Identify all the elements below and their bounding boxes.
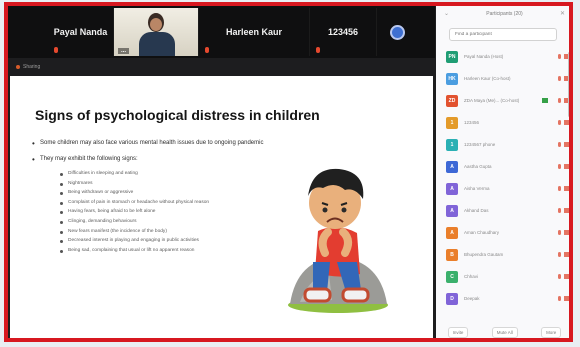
participant-row[interactable]: A Aastha Gupta <box>446 156 569 178</box>
participant-avatar: A <box>446 227 458 239</box>
participant-list: PN Payal Nanda (Host) HK Harleen Kaur (Co-h… <box>446 46 569 308</box>
participant-name: Akhand Das <box>464 208 489 213</box>
panel-title: Participants (20) <box>486 11 523 17</box>
share-indicator: Sharing <box>8 61 443 73</box>
participant-avatar: HK <box>446 73 458 85</box>
video-off-icon[interactable] <box>564 230 569 235</box>
participant-video-tile[interactable]: ... <box>114 8 199 56</box>
participant-name: Payal Nanda <box>53 27 108 37</box>
participant-name: 123456 <box>327 27 359 37</box>
video-caption: ... <box>118 48 130 54</box>
participant-row[interactable]: D Deepak <box>446 288 569 308</box>
participant-name: Aman Chaudhary <box>464 230 500 235</box>
participant-name: 123456 <box>464 120 480 125</box>
participant-avatar: PN <box>446 51 458 63</box>
participant-row[interactable]: C Chhavi <box>446 266 569 288</box>
video-off-icon[interactable] <box>564 274 569 279</box>
muted-mic-icon[interactable] <box>558 186 561 191</box>
share-dot-icon <box>16 65 20 69</box>
participant-name: Bhupendra Gautam <box>464 252 504 257</box>
share-label: Sharing <box>23 64 41 70</box>
slide-title: Signs of psychological distress in child… <box>35 107 320 123</box>
participant-avatar: B <box>446 249 458 261</box>
participant-row[interactable]: 1 123456 <box>446 112 569 134</box>
participant-avatar: A <box>446 205 458 217</box>
shared-slide: Signs of psychological distress in child… <box>10 76 433 338</box>
gallery-strip: Payal Nanda ... Harleen Kaur 123456 <box>8 6 435 58</box>
muted-mic-icon[interactable] <box>558 230 561 235</box>
video-off-icon[interactable] <box>564 54 569 59</box>
muted-mic-icon[interactable] <box>558 164 561 169</box>
muted-mic-icon[interactable] <box>558 98 561 103</box>
participant-avatar: 1 <box>446 139 458 151</box>
participant-search-input[interactable] <box>449 28 557 41</box>
participant-row[interactable]: A Aisha Verma <box>446 178 569 200</box>
participant-row[interactable]: A Akhand Das <box>446 200 569 222</box>
meeting-window: Payal Nanda ... Harleen Kaur 123456 Shar… <box>4 2 573 342</box>
more-button[interactable]: More <box>541 327 562 338</box>
participant-name: Aastha Gupta <box>464 164 492 169</box>
participant-name: Harleen Kaur <box>225 27 283 37</box>
muted-mic-icon[interactable] <box>558 208 561 213</box>
participant-name: Aisha Verma <box>464 186 490 191</box>
participant-avatar: D <box>446 293 458 305</box>
slide-bullet: They may exhibit the following signs: <box>32 155 138 164</box>
muted-mic-icon[interactable] <box>558 142 561 147</box>
muted-mic-icon <box>205 47 209 53</box>
close-icon[interactable]: ✕ <box>560 10 565 17</box>
participant-avatar: C <box>446 271 458 283</box>
avatar <box>389 24 405 40</box>
scrollbar[interactable] <box>568 52 569 117</box>
participant-avatar: A <box>446 183 458 195</box>
video-off-icon[interactable] <box>564 120 569 125</box>
participant-row[interactable]: PN Payal Nanda (Host) <box>446 46 569 68</box>
participant-name: ZDA Maya (Me)... (Co-host) <box>464 98 520 103</box>
participant-name: Deepak <box>464 296 480 301</box>
muted-mic-icon[interactable] <box>558 76 561 81</box>
muted-mic-icon <box>54 47 58 53</box>
video-off-icon[interactable] <box>564 208 569 213</box>
participant-name: Payal Nanda (Host) <box>464 54 504 59</box>
participant-tile[interactable]: Payal Nanda <box>48 8 114 56</box>
participant-tile[interactable]: Harleen Kaur <box>199 8 310 56</box>
participant-avatar: 1 <box>446 117 458 129</box>
muted-mic-icon[interactable] <box>558 274 561 279</box>
participant-avatar: A <box>446 161 458 173</box>
participant-avatar: ZD <box>446 95 458 107</box>
video-off-icon[interactable] <box>564 296 569 301</box>
participant-tile[interactable]: 123456 <box>310 8 377 56</box>
muted-mic-icon[interactable] <box>558 54 561 59</box>
muted-mic-icon <box>316 47 320 53</box>
video-off-icon[interactable] <box>564 142 569 147</box>
invite-button[interactable]: Invite <box>447 327 469 338</box>
muted-mic-icon[interactable] <box>558 252 561 257</box>
participant-name: Harleen Kaur (Co-host) <box>464 76 511 81</box>
video-off-icon[interactable] <box>564 164 569 169</box>
participant-video: ... <box>114 8 198 56</box>
video-off-icon[interactable] <box>564 252 569 257</box>
video-on-icon <box>542 98 548 103</box>
mute-all-button[interactable]: Mute All <box>491 327 518 338</box>
sad-child-illustration <box>288 168 388 313</box>
participant-row[interactable]: A Aman Chaudhary <box>446 222 569 244</box>
slide-bullet: Some children may also face various ment… <box>32 139 263 148</box>
participant-row[interactable]: B Bhupendra Gautam <box>446 244 569 266</box>
participant-row[interactable]: 1 1234567 phone <box>446 134 569 156</box>
participant-name: Chhavi <box>464 274 479 279</box>
muted-mic-icon[interactable] <box>558 296 561 301</box>
participant-row[interactable]: HK Harleen Kaur (Co-host) <box>446 68 569 90</box>
video-off-icon[interactable] <box>564 98 569 103</box>
video-off-icon[interactable] <box>564 76 569 81</box>
muted-mic-icon[interactable] <box>558 120 561 125</box>
video-off-icon[interactable] <box>564 186 569 191</box>
panel-footer: Invite Mute All More <box>436 327 569 338</box>
participant-row[interactable]: ZD ZDA Maya (Me)... (Co-host) <box>446 90 569 112</box>
participant-tile[interactable] <box>377 8 417 56</box>
participant-name: 1234567 phone <box>464 142 496 147</box>
participants-panel: ⌄ Participants (20) ✕ PNPayal Nanda (Hos… <box>436 6 569 338</box>
